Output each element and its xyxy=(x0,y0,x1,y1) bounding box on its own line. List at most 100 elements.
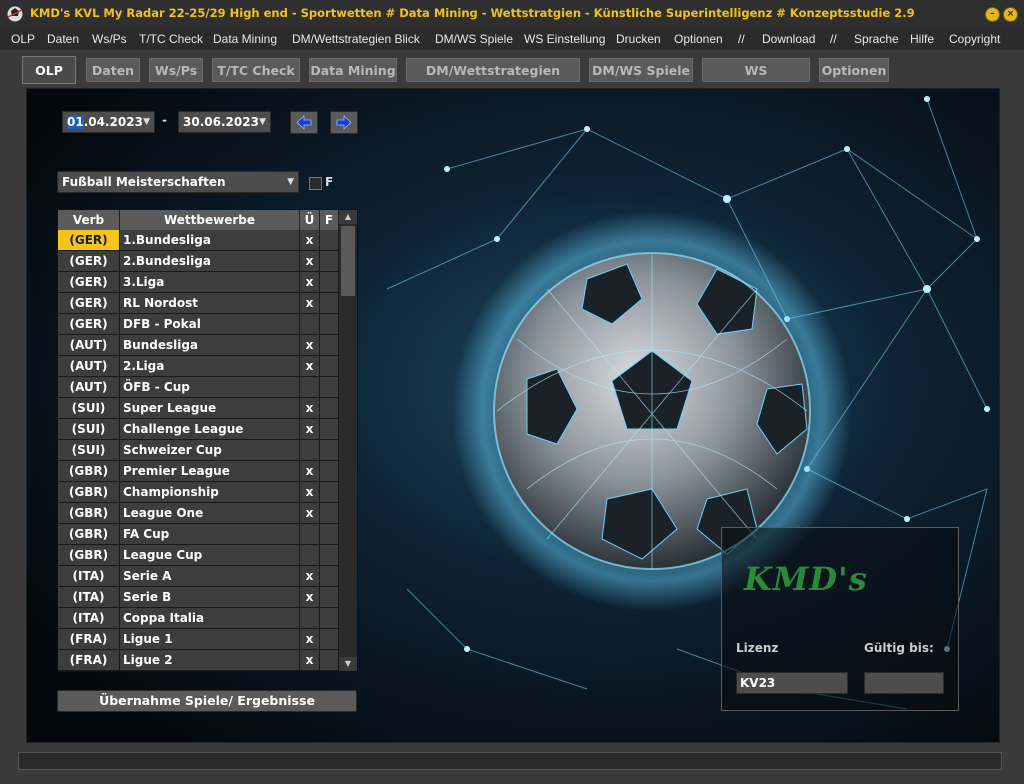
grid-cell-verb[interactable]: (AUT) xyxy=(58,335,120,356)
grid-cell-verb[interactable]: (SUI) xyxy=(58,398,120,419)
menu-daten[interactable]: Daten xyxy=(47,32,79,46)
column-header-f[interactable]: F xyxy=(320,210,339,230)
prev-period-button[interactable] xyxy=(290,111,318,134)
grid-cell-u[interactable] xyxy=(300,377,320,398)
grid-cell-wettbewerb[interactable]: DFB - Pokal xyxy=(120,314,300,335)
tab-dm-wettstrategien-blick[interactable]: DM/Wettstrategien Blick xyxy=(406,58,580,102)
competition-type-select[interactable]: Fußball Meisterschaften ▼ xyxy=(57,171,299,193)
grid-cell-verb[interactable]: (GER) xyxy=(58,293,120,314)
grid-cell-wettbewerb[interactable]: Ligue 1 xyxy=(120,629,300,650)
grid-cell-u[interactable]: x xyxy=(300,398,320,419)
grid-cell-f[interactable] xyxy=(320,482,339,503)
next-period-button[interactable] xyxy=(330,111,358,134)
menu-sprache[interactable]: Sprache xyxy=(854,32,899,46)
grid-cell-wettbewerb[interactable]: Bundesliga xyxy=(120,335,300,356)
date-from-picker[interactable]: 01.04.2023 ▼ xyxy=(62,111,155,133)
grid-cell-f[interactable] xyxy=(320,314,339,335)
tab-dm-ws-spiele[interactable]: DM/WS Spiele xyxy=(589,58,693,82)
table-row[interactable]: (ITA) Serie Ax xyxy=(58,566,339,587)
grid-cell-f[interactable] xyxy=(320,356,339,377)
grid-cell-u[interactable]: x xyxy=(300,335,320,356)
grid-cell-u[interactable]: x xyxy=(300,566,320,587)
grid-cell-f[interactable] xyxy=(320,377,339,398)
grid-cell-wettbewerb[interactable]: Coppa Italia xyxy=(120,608,300,629)
menu-olp[interactable]: OLP xyxy=(11,32,35,46)
grid-cell-wettbewerb[interactable]: Serie B xyxy=(120,587,300,608)
grid-cell-u[interactable]: x xyxy=(300,251,320,272)
menu-t-tc-check[interactable]: T/TC Check xyxy=(139,32,203,46)
table-row[interactable]: (GER) 1.Bundesliga x xyxy=(58,230,339,251)
table-row[interactable]: (GBR) Championship x xyxy=(58,482,339,503)
grid-cell-f[interactable] xyxy=(320,545,339,566)
grid-cell-u[interactable]: x xyxy=(300,482,320,503)
grid-cell-u[interactable]: x xyxy=(300,650,320,671)
grid-cell-wettbewerb[interactable]: RL Nordost xyxy=(120,293,300,314)
grid-cell-f[interactable] xyxy=(320,440,339,461)
grid-cell-wettbewerb[interactable]: Challenge League xyxy=(120,419,300,440)
table-row[interactable]: (SUI) Super League x xyxy=(58,398,339,419)
grid-cell-verb[interactable]: (GBR) xyxy=(58,482,120,503)
grid-cell-verb[interactable]: (GER) xyxy=(58,272,120,293)
grid-cell-f[interactable] xyxy=(320,335,339,356)
table-row[interactable]: (AUT) Bundesliga x xyxy=(58,335,339,356)
tab-t-tc-check[interactable]: T/TC Check xyxy=(212,58,300,82)
table-row[interactable]: (FRA) Ligue 1x xyxy=(58,629,339,650)
table-row[interactable]: (GER) 2.Bundesliga x xyxy=(58,251,339,272)
grid-cell-f[interactable] xyxy=(320,629,339,650)
menu-dm-ws-spiele[interactable]: DM/WS Spiele xyxy=(435,32,513,46)
grid-cell-verb[interactable]: (SUI) xyxy=(58,440,120,461)
close-button[interactable]: × xyxy=(1003,7,1018,22)
grid-cell-u[interactable]: x xyxy=(300,293,320,314)
grid-cell-verb[interactable]: (ITA) xyxy=(58,566,120,587)
gueltig-bis-field[interactable] xyxy=(864,672,944,694)
grid-cell-f[interactable] xyxy=(320,608,339,629)
grid-cell-f[interactable] xyxy=(320,293,339,314)
grid-cell-verb[interactable]: (GER) xyxy=(58,230,120,251)
minimize-button[interactable]: – xyxy=(985,7,1000,22)
tab-daten[interactable]: Daten xyxy=(86,58,140,82)
grid-cell-verb[interactable]: (ITA) xyxy=(58,608,120,629)
grid-cell-verb[interactable]: (SUI) xyxy=(58,419,120,440)
grid-cell-u[interactable] xyxy=(300,314,320,335)
grid-cell-u[interactable]: x xyxy=(300,272,320,293)
grid-cell-verb[interactable]: (GBR) xyxy=(58,524,120,545)
menu-copyright[interactable]: Copyright xyxy=(949,32,1000,46)
table-row[interactable]: (SUI) Challenge League x xyxy=(58,419,339,440)
import-games-results-button[interactable]: Übernahme Spiele/ Ergebnisse xyxy=(57,690,357,712)
grid-cell-verb[interactable]: (GER) xyxy=(58,314,120,335)
table-row[interactable]: (GBR) League Cup xyxy=(58,545,339,566)
table-row[interactable]: (FRA) Ligue 2x xyxy=(58,650,339,671)
table-row[interactable]: (AUT) ÖFB - Cup xyxy=(58,377,339,398)
grid-cell-f[interactable] xyxy=(320,419,339,440)
grid-cell-verb[interactable]: (FRA) xyxy=(58,629,120,650)
grid-cell-f[interactable] xyxy=(320,230,339,251)
table-row[interactable]: (SUI) Schweizer Cup xyxy=(58,440,339,461)
grid-cell-f[interactable] xyxy=(320,398,339,419)
tab-optionen[interactable]: Optionen xyxy=(819,58,889,82)
grid-cell-wettbewerb[interactable]: Schweizer Cup xyxy=(120,440,300,461)
grid-cell-verb[interactable]: (GER) xyxy=(58,251,120,272)
grid-cell-verb[interactable]: (GBR) xyxy=(58,545,120,566)
grid-cell-f[interactable] xyxy=(320,650,339,671)
grid-cell-wettbewerb[interactable]: Championship xyxy=(120,482,300,503)
grid-cell-f[interactable] xyxy=(320,566,339,587)
chevron-down-icon[interactable]: ▼ xyxy=(143,112,150,132)
grid-cell-f[interactable] xyxy=(320,272,339,293)
table-row[interactable]: (AUT) 2.Liga x xyxy=(58,356,339,377)
grid-cell-wettbewerb[interactable]: FA Cup xyxy=(120,524,300,545)
grid-cell-wettbewerb[interactable]: League Cup xyxy=(120,545,300,566)
grid-cell-u[interactable] xyxy=(300,608,320,629)
tab-data-mining[interactable]: Data Mining xyxy=(309,58,397,82)
menu-drucken[interactable]: Drucken xyxy=(616,32,661,46)
table-row[interactable]: (ITA) Serie Bx xyxy=(58,587,339,608)
grid-cell-wettbewerb[interactable]: Ligue 2 xyxy=(120,650,300,671)
chevron-down-icon[interactable]: ▼ xyxy=(287,172,294,192)
grid-cell-u[interactable] xyxy=(300,524,320,545)
table-row[interactable]: (GER) DFB - Pokal xyxy=(58,314,339,335)
menu-ws-ps[interactable]: Ws/Ps xyxy=(92,32,127,46)
grid-cell-f[interactable] xyxy=(320,461,339,482)
table-row[interactable]: (GBR) Premier League x xyxy=(58,461,339,482)
lizenz-field[interactable]: KV23 xyxy=(736,672,848,694)
menu-download[interactable]: Download xyxy=(762,32,815,46)
grid-cell-verb[interactable]: (AUT) xyxy=(58,356,120,377)
